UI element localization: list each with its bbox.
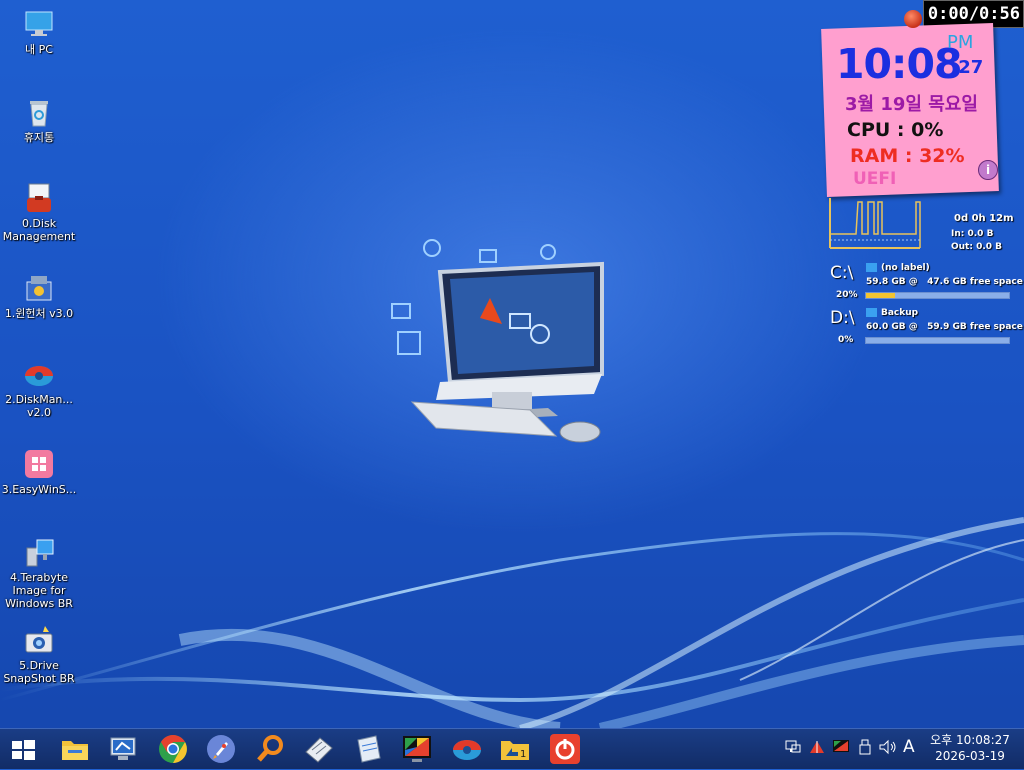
desktop-icon-label: 3.EasyWinS... — [1, 483, 77, 496]
power-icon — [550, 734, 580, 764]
cpu-usage: CPU : 0% — [847, 119, 944, 141]
taskbar-clock[interactable]: 오후 10:08:27 2026-03-19 — [928, 732, 1012, 764]
taskbar-diskman-tool[interactable] — [450, 732, 484, 766]
camera-icon — [23, 624, 55, 656]
drive-icon — [866, 308, 877, 317]
windows-drive-icon — [866, 263, 877, 272]
taskbar-clock-time: 오후 10:08:27 — [930, 733, 1010, 747]
desktop-icon-disk-management[interactable]: 0.Disk Management — [0, 182, 78, 243]
clock-seconds: :27 — [951, 57, 984, 78]
flag-icon — [810, 741, 824, 753]
notepad-icon — [357, 735, 381, 763]
network-icon — [785, 740, 801, 753]
desktop-icon-label: 휴지통 — [23, 131, 55, 144]
computer-management-icon — [110, 737, 136, 760]
windows-start-icon — [12, 740, 35, 760]
taskbar-rocket-launcher[interactable] — [204, 732, 238, 766]
launcher-icon — [23, 272, 55, 304]
firmware-label: UEFI — [853, 169, 897, 189]
usb-drive-icon — [859, 739, 871, 755]
color-display-icon — [833, 740, 849, 752]
drive-size: 60.0 GB @ 59.9 GB free space — [866, 322, 1023, 332]
speaker-icon — [879, 739, 896, 755]
backup-computer-icon — [23, 536, 55, 568]
red-flag-tray-icon[interactable] — [808, 739, 826, 755]
recycle-bin-icon — [23, 96, 55, 128]
drive-used-percent: 0% — [838, 335, 854, 345]
keyboard-icon — [305, 737, 333, 763]
drive-label: (no label) — [866, 263, 930, 273]
windows-logo-icon — [23, 448, 55, 480]
desktop-icon-my-pc[interactable]: 내 PC — [0, 8, 78, 56]
desktop-icon-easywinsetup[interactable]: 3.EasyWinS... — [0, 448, 78, 496]
desktop-icon-label: 2.DiskMan... v2.0 — [5, 393, 73, 419]
volume-tray-icon[interactable] — [878, 739, 898, 755]
desktop-icon-diskman[interactable]: 2.DiskMan... v2.0 — [0, 358, 78, 419]
taskbar-folder-shortcut[interactable]: 1 — [498, 732, 532, 766]
start-button[interactable] — [6, 732, 40, 766]
desktop-icon-label: 내 PC — [25, 43, 53, 56]
info-icon[interactable]: i — [978, 160, 998, 180]
computer-illustration — [391, 239, 604, 443]
svg-text:1: 1 — [520, 749, 526, 760]
taskbar-file-explorer[interactable] — [58, 732, 92, 766]
desktop-icon-label: 5.Drive SnapShot BR — [3, 659, 75, 685]
desktop-icon-drive-snapshot[interactable]: 5.Drive SnapShot BR — [0, 624, 78, 685]
desktop-icon-label: 1.윈헌처 v3.0 — [4, 307, 74, 320]
net-out-text: Out: 0.0 B — [951, 242, 1003, 252]
display-tray-icon[interactable] — [832, 739, 850, 755]
taskbar-chrome[interactable] — [156, 732, 190, 766]
desktop-icon-terabyte-image[interactable]: 4.Terabyte Image for Windows BR — [0, 536, 78, 610]
input-language-indicator[interactable]: A — [903, 737, 915, 757]
taskbar-power-button[interactable] — [548, 732, 582, 766]
clock-date: 3월 19일 목요일 — [845, 94, 978, 115]
taskbar-keyboard-tool[interactable] — [302, 732, 336, 766]
color-display-icon — [403, 736, 431, 762]
diskman-icon — [23, 358, 55, 390]
desktop-icon-label: 4.Terabyte Image for Windows BR — [5, 571, 73, 610]
drive-letter: C:\ — [830, 263, 854, 283]
network-graph — [829, 198, 921, 249]
pushpin-icon — [904, 10, 922, 28]
rocket-icon — [207, 735, 235, 763]
magnifier-icon — [257, 735, 283, 762]
clock-time: 10:08 — [836, 40, 963, 88]
desktop-icon-winlauncher[interactable]: 1.윈헌처 v3.0 — [0, 272, 78, 320]
folder-icon — [62, 741, 88, 760]
drive-letter: D:\ — [830, 308, 855, 328]
diskman-icon — [453, 740, 481, 760]
drive-size: 59.8 GB @ 47.6 GB free space — [866, 277, 1023, 287]
drive-usage-bar — [865, 337, 1010, 344]
folder-arrow-icon: 1 — [501, 741, 529, 760]
taskbar-clock-date: 2026-03-19 — [935, 749, 1005, 763]
drive-used-percent: 20% — [836, 290, 858, 300]
drive-usage-bar — [865, 292, 1010, 299]
net-in-text: In: 0.0 B — [951, 229, 994, 239]
chrome-icon — [159, 735, 187, 763]
drive-label: Backup — [866, 308, 918, 318]
network-tray-icon[interactable] — [784, 739, 802, 755]
monitor-icon — [23, 8, 55, 40]
desktop-icon-recycle-bin[interactable]: 휴지통 — [0, 96, 78, 144]
taskbar-display-tool[interactable] — [400, 732, 434, 766]
clock-ampm: PM — [947, 32, 974, 53]
taskbar-notepad-tool[interactable] — [352, 732, 386, 766]
usb-tray-icon[interactable] — [858, 739, 872, 755]
taskbar-computer-management[interactable] — [106, 732, 140, 766]
uptime-text: 0d 0h 12m — [954, 213, 1014, 224]
ram-usage: RAM : 32% — [850, 145, 965, 167]
drive-usage-fill — [866, 293, 895, 298]
taskbar-search-tool[interactable] — [254, 732, 288, 766]
disk-management-icon — [23, 182, 55, 214]
desktop-icon-label: 0.Disk Management — [2, 217, 76, 243]
